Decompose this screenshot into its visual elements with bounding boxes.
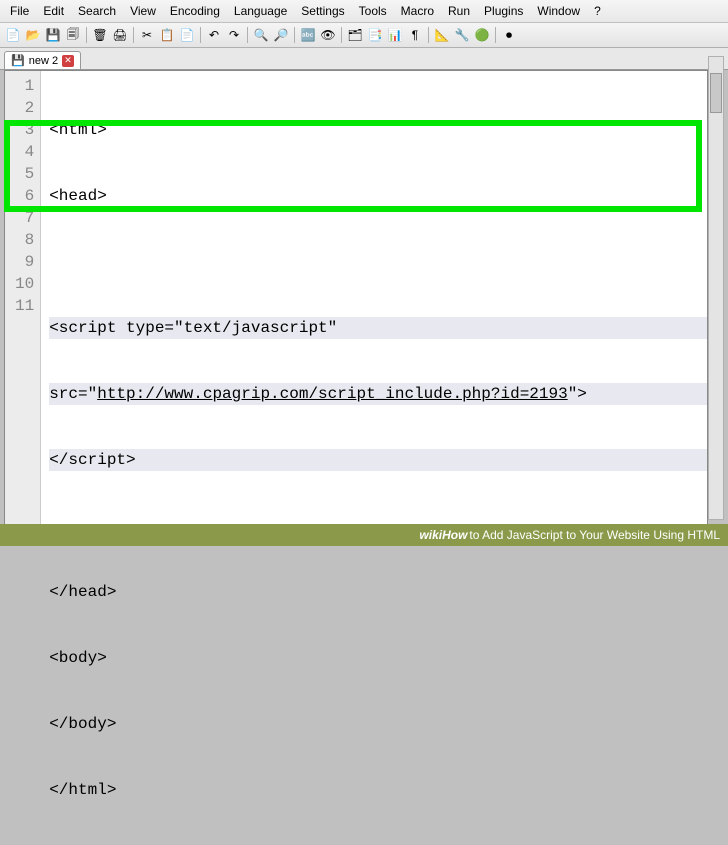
- code-line: [49, 251, 707, 273]
- line-number: 4: [15, 141, 34, 163]
- file-tab[interactable]: 💾 new 2 ✕: [4, 51, 81, 69]
- zoom-out-icon[interactable]: 👁: [319, 26, 337, 44]
- code-line: </html>: [49, 779, 707, 801]
- toolbar-separator: [294, 27, 295, 43]
- paste-icon[interactable]: 📄: [178, 26, 196, 44]
- save-icon[interactable]: 💾: [44, 26, 62, 44]
- toolbar-separator: [341, 27, 342, 43]
- word-wrap-icon[interactable]: 📊: [386, 26, 404, 44]
- code-line: </script>: [49, 449, 707, 471]
- line-number: 8: [15, 229, 34, 251]
- function-list-icon[interactable]: 🔧: [453, 26, 471, 44]
- menu-encoding[interactable]: Encoding: [164, 2, 226, 20]
- line-number: 2: [15, 97, 34, 119]
- toolbar: 📄 📂 💾 🗐 🗑 🖨 ✂ 📋 📄 ↶ ↷ 🔍 🔎 🔤 👁 🗂 📑 📊 ¶ 📐 …: [0, 23, 728, 48]
- close-tab-icon[interactable]: ✕: [62, 55, 74, 67]
- toolbar-separator: [428, 27, 429, 43]
- editor-area: 1 2 3 4 5 6 7 8 9 10 11 <html> <head> <s…: [0, 70, 728, 530]
- menu-search[interactable]: Search: [72, 2, 122, 20]
- close-icon[interactable]: 🗑: [91, 26, 109, 44]
- menu-window[interactable]: Window: [531, 2, 586, 20]
- line-number: 9: [15, 251, 34, 273]
- replace-icon[interactable]: 🔎: [272, 26, 290, 44]
- redo-icon[interactable]: ↷: [225, 26, 243, 44]
- copy-icon[interactable]: 📋: [158, 26, 176, 44]
- code-line: <head>: [49, 185, 707, 207]
- menu-plugins[interactable]: Plugins: [478, 2, 529, 20]
- save-all-icon[interactable]: 🗐: [64, 26, 82, 44]
- menu-settings[interactable]: Settings: [295, 2, 350, 20]
- file-unsaved-icon: 💾: [11, 54, 25, 67]
- code-line: </body>: [49, 713, 707, 735]
- print-icon[interactable]: 🖨: [111, 26, 129, 44]
- menu-run[interactable]: Run: [442, 2, 476, 20]
- wikihow-brand: wikiHow: [419, 528, 467, 542]
- cut-icon[interactable]: ✂: [138, 26, 156, 44]
- toolbar-separator: [86, 27, 87, 43]
- code-line: <body>: [49, 647, 707, 669]
- menu-bar: File Edit Search View Encoding Language …: [0, 0, 728, 23]
- open-file-icon[interactable]: 📂: [24, 26, 42, 44]
- caption-bar: wikiHow to Add JavaScript to Your Websit…: [0, 524, 728, 546]
- tab-bar: 💾 new 2 ✕: [0, 48, 728, 70]
- zoom-in-icon[interactable]: 🔤: [299, 26, 317, 44]
- toolbar-separator: [133, 27, 134, 43]
- menu-tools[interactable]: Tools: [353, 2, 393, 20]
- sync-v-icon[interactable]: 🗂: [346, 26, 364, 44]
- code-line: <html>: [49, 119, 707, 141]
- code-line: <script type="text/javascript": [49, 317, 707, 339]
- menu-help[interactable]: ?: [588, 2, 607, 20]
- toolbar-separator: [247, 27, 248, 43]
- menu-file[interactable]: File: [4, 2, 35, 20]
- line-number: 11: [15, 295, 34, 317]
- menu-edit[interactable]: Edit: [37, 2, 70, 20]
- indent-guide-icon[interactable]: 📐: [433, 26, 451, 44]
- folder-workspace-icon[interactable]: 🟢: [473, 26, 491, 44]
- menu-view[interactable]: View: [124, 2, 162, 20]
- code-line: src="http://www.cpagrip.com/script_inclu…: [49, 383, 707, 405]
- toolbar-separator: [200, 27, 201, 43]
- line-number: 5: [15, 163, 34, 185]
- menu-language[interactable]: Language: [228, 2, 293, 20]
- toolbar-separator: [495, 27, 496, 43]
- line-number: 1: [15, 75, 34, 97]
- url-text: http://www.cpagrip.com/script_include.ph…: [97, 385, 567, 403]
- record-macro-icon[interactable]: ⏺: [500, 26, 518, 44]
- line-number: 3: [15, 119, 34, 141]
- line-number: 10: [15, 273, 34, 295]
- undo-icon[interactable]: ↶: [205, 26, 223, 44]
- find-icon[interactable]: 🔍: [252, 26, 270, 44]
- scrollbar-thumb[interactable]: [710, 73, 722, 113]
- menu-macro[interactable]: Macro: [395, 2, 440, 20]
- code-editor[interactable]: <html> <head> <script type="text/javascr…: [41, 71, 707, 529]
- vertical-scrollbar[interactable]: [708, 56, 724, 520]
- article-title: to Add JavaScript to Your Website Using …: [469, 528, 720, 542]
- line-number: 6: [15, 185, 34, 207]
- file-tab-label: new 2: [29, 55, 58, 67]
- sync-h-icon[interactable]: 📑: [366, 26, 384, 44]
- line-number-gutter: 1 2 3 4 5 6 7 8 9 10 11: [5, 71, 41, 529]
- new-file-icon[interactable]: 📄: [4, 26, 22, 44]
- show-chars-icon[interactable]: ¶: [406, 26, 424, 44]
- code-line: </head>: [49, 581, 707, 603]
- line-number: 7: [15, 207, 34, 229]
